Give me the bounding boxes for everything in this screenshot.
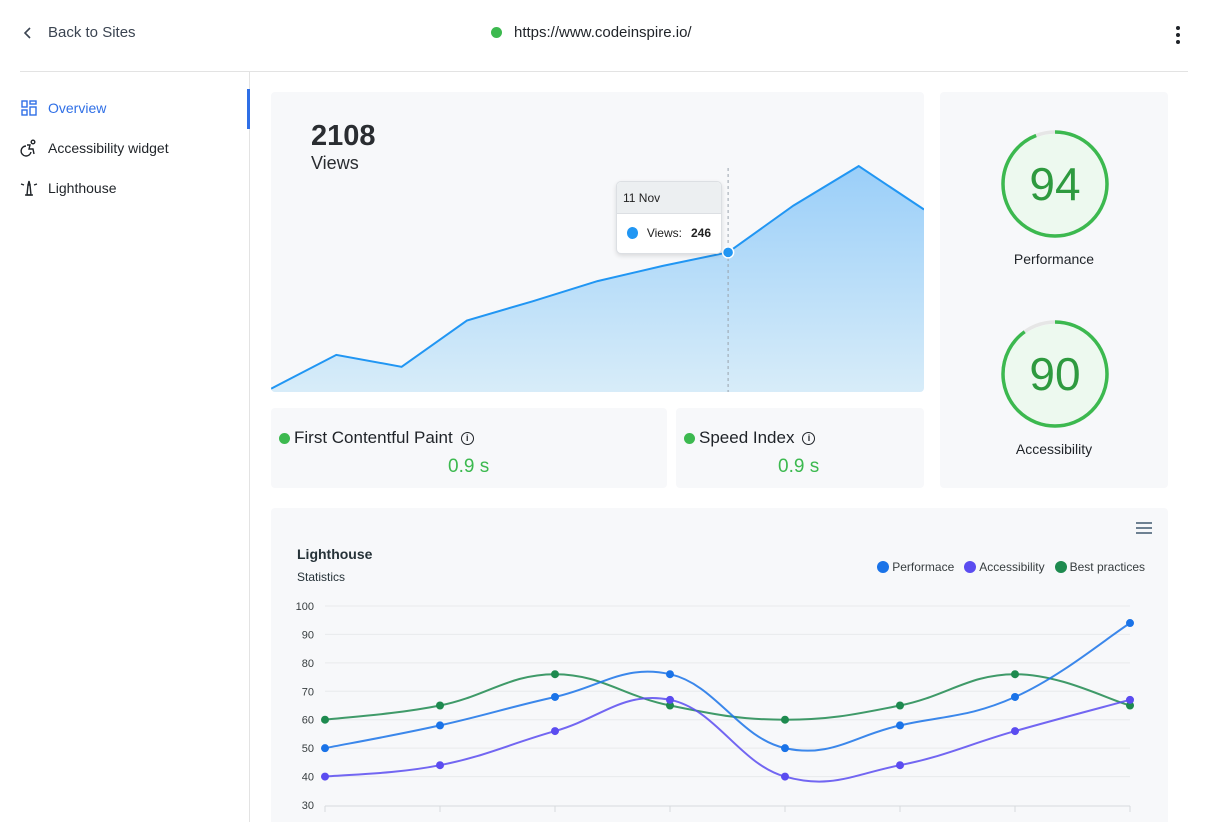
data-point[interactable] <box>666 670 674 679</box>
legend-item-best-practices[interactable]: Best practices <box>1054 560 1145 574</box>
chart-subtitle: Statistics <box>297 570 346 584</box>
tooltip-series-marker <box>627 227 638 239</box>
grid-icon <box>21 100 37 116</box>
series-line-performace <box>324 622 1131 752</box>
site-url: https://www.codeinspire.io/ <box>491 24 692 41</box>
active-indicator <box>247 89 250 129</box>
data-point[interactable] <box>436 721 444 730</box>
legend-label: Accessibility <box>979 560 1045 574</box>
y-tick-label: 50 <box>302 743 314 755</box>
lighthouse-icon <box>20 180 38 196</box>
legend-marker <box>964 561 977 573</box>
highlighted-point[interactable] <box>721 246 735 259</box>
chart-legend: Performace Accessibility Best practices <box>877 560 1145 574</box>
lighthouse-chart-card: 100 90 80 70 60 50 40 30 Lighthouse Statistics … <box>271 508 1168 822</box>
y-tick-label: 80 <box>302 658 314 670</box>
chevron-left-icon <box>23 26 31 39</box>
legend-label: Best practices <box>1069 560 1145 574</box>
views-total: 2108 <box>311 120 376 152</box>
tooltip-value: 246 <box>690 226 711 240</box>
back-to-sites-link[interactable]: Back to Sites <box>20 24 136 41</box>
data-point[interactable] <box>896 701 904 710</box>
data-point[interactable] <box>896 721 904 730</box>
y-tick-label: 100 <box>296 601 314 613</box>
legend-marker <box>877 561 890 573</box>
views-label: Views <box>311 153 359 173</box>
data-point[interactable] <box>321 715 329 724</box>
gauge-value: 90 <box>1029 348 1080 400</box>
legend-item-accessibility[interactable]: Accessibility <box>964 560 1045 574</box>
legend-label: Performace <box>892 560 955 574</box>
status-dot-icon <box>684 432 695 444</box>
data-point[interactable] <box>1011 727 1019 736</box>
legend-marker <box>1054 561 1067 573</box>
metric-value: 0.9 s <box>778 456 820 477</box>
sidebar-item-label: Lighthouse <box>48 180 117 196</box>
data-point[interactable] <box>1126 695 1134 704</box>
performance-label: Performance <box>1013 251 1095 267</box>
site-url-text: https://www.codeinspire.io/ <box>514 24 692 41</box>
data-point[interactable] <box>436 701 444 710</box>
data-point[interactable] <box>551 692 559 701</box>
views-card: 2108 Views 11 Nov Views: 246 <box>271 92 924 392</box>
data-point[interactable] <box>781 715 789 724</box>
data-point[interactable] <box>896 761 904 770</box>
tooltip-date: 11 Nov <box>617 182 721 214</box>
metric-value: 0.9 s <box>448 456 490 477</box>
data-point[interactable] <box>1011 692 1019 701</box>
metric-title: Speed Index <box>699 428 795 447</box>
data-point[interactable] <box>551 727 559 736</box>
info-icon[interactable]: i <box>460 431 474 445</box>
wheelchair-icon <box>20 139 36 157</box>
data-point[interactable] <box>781 772 789 781</box>
lighthouse-line-chart: 100 90 80 70 60 50 40 30 <box>296 601 1134 812</box>
sidebar-item-label: Accessibility widget <box>48 140 169 156</box>
status-dot-icon <box>491 27 502 38</box>
tooltip-series-name: Views: <box>646 226 682 240</box>
sidebar-item-label: Overview <box>48 100 107 116</box>
gauge-value: 94 <box>1029 158 1080 210</box>
back-label: Back to Sites <box>48 24 136 41</box>
accessibility-label: Accessibility <box>1015 441 1093 457</box>
more-options-icon[interactable] <box>1174 24 1182 46</box>
metric-card-fcp: First Contentful Paint i 0.9 s <box>271 408 667 488</box>
scores-card: 94 Performance 90 Accessibility <box>940 92 1168 488</box>
area-fill <box>271 166 924 392</box>
sidebar: Overview Accessibility widget Lighthouse <box>0 72 250 822</box>
sidebar-item-accessibility-widget[interactable]: Accessibility widget <box>20 139 169 157</box>
legend-item-performance[interactable]: Performace <box>877 560 954 574</box>
data-point[interactable] <box>436 761 444 770</box>
status-dot-icon <box>279 432 290 444</box>
series-line-best-practices <box>324 673 1131 721</box>
y-tick-label: 30 <box>302 800 314 812</box>
data-point[interactable] <box>1011 670 1019 679</box>
y-tick-label: 40 <box>302 772 314 784</box>
sidebar-item-overview[interactable]: Overview <box>20 99 106 117</box>
performance-gauge: 94 <box>1001 130 1109 238</box>
data-point[interactable] <box>321 744 329 753</box>
accessibility-gauge: 90 <box>1001 320 1109 428</box>
top-bar: Back to Sites https://www.codeinspire.io… <box>20 0 1188 72</box>
metric-card-speed-index: Speed Index i 0.9 s <box>676 408 924 488</box>
hamburger-icon[interactable] <box>1136 522 1152 534</box>
data-point[interactable] <box>551 670 559 679</box>
data-point[interactable] <box>1126 619 1134 628</box>
chart-title: Lighthouse <box>297 546 373 562</box>
y-tick-label: 60 <box>302 715 314 727</box>
y-tick-label: 70 <box>302 686 314 698</box>
chart-tooltip: 11 Nov Views: 246 <box>616 181 722 254</box>
sidebar-item-lighthouse[interactable]: Lighthouse <box>20 179 117 197</box>
data-point[interactable] <box>321 772 329 781</box>
data-point[interactable] <box>781 744 789 753</box>
info-icon[interactable]: i <box>802 431 816 445</box>
y-tick-label: 90 <box>302 629 314 641</box>
metric-title: First Contentful Paint <box>294 428 453 447</box>
data-point[interactable] <box>666 695 674 704</box>
